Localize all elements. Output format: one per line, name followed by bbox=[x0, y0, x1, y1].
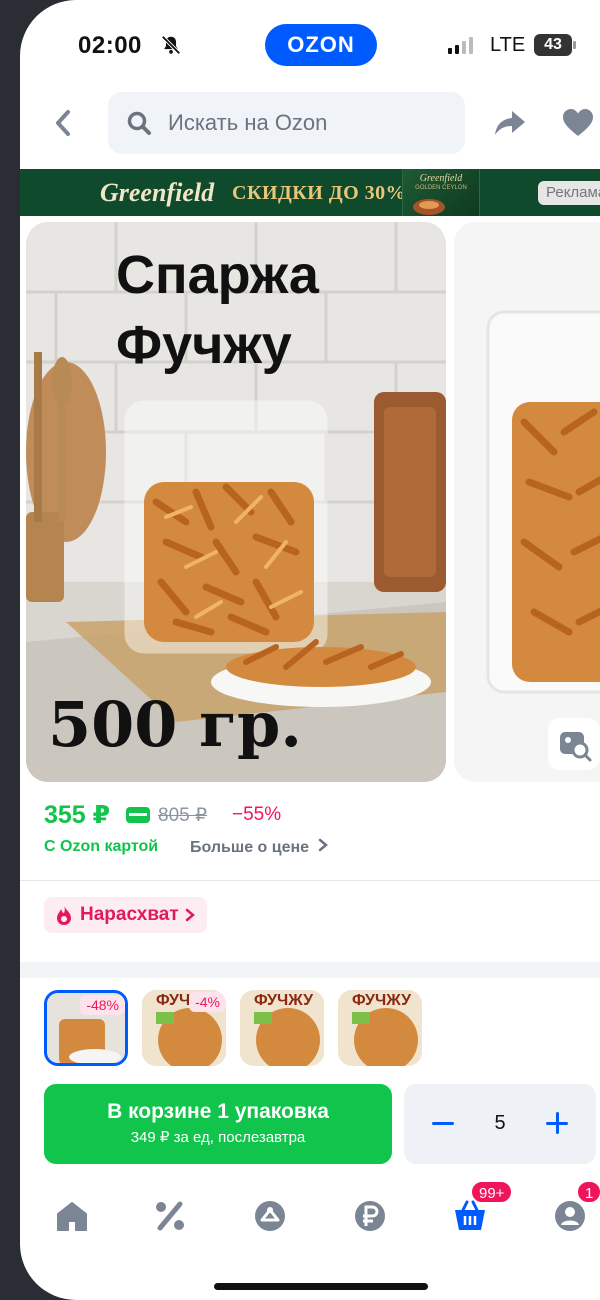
variant-option[interactable]: ФУЧЖУ bbox=[338, 990, 422, 1066]
more-about-price-link[interactable]: Больше о цене bbox=[190, 838, 328, 857]
home-icon[interactable] bbox=[54, 1198, 90, 1234]
slide-weight: 500 гр. bbox=[48, 688, 302, 761]
increase-button[interactable] bbox=[546, 1112, 568, 1134]
slide-title-line2: Фучжу bbox=[116, 315, 292, 375]
search-placeholder: Искать на Ozon bbox=[168, 110, 328, 135]
section-separator bbox=[20, 962, 600, 978]
ozon-card-note: С Ozon картой bbox=[44, 838, 159, 855]
variant-discount: -48% bbox=[80, 995, 125, 1015]
hot-badge-label: Нарасхват bbox=[80, 904, 179, 925]
product-photo-2 bbox=[454, 222, 600, 782]
ozon-card-icon bbox=[126, 807, 150, 823]
product-image-main[interactable]: Спаржа Фучжу 500 гр. bbox=[26, 222, 446, 782]
slide-title: Спаржа Фучжу bbox=[116, 240, 319, 380]
battery-icon: 43 bbox=[534, 34, 576, 56]
fire-icon bbox=[57, 905, 71, 925]
variant-label: ФУЧЖУ bbox=[352, 992, 412, 1009]
hot-badge[interactable]: Нарасхват bbox=[44, 897, 207, 933]
search-input[interactable]: Искать на Ozon bbox=[108, 92, 465, 154]
product-gallery[interactable]: Спаржа Фучжу 500 гр. bbox=[26, 222, 600, 782]
search-icon bbox=[127, 111, 151, 135]
price-discount: −55% bbox=[232, 804, 282, 825]
more-about-price-label: Больше о цене bbox=[190, 839, 310, 856]
discount-icon[interactable] bbox=[152, 1198, 188, 1234]
share-icon[interactable] bbox=[494, 108, 526, 138]
chevron-right-icon bbox=[185, 908, 195, 922]
product-image-next[interactable] bbox=[454, 222, 600, 782]
ad-banner[interactable]: Greenfield СКИДКИ ДО 30% Greenfield GOLD… bbox=[20, 169, 600, 216]
banner-sale-text: СКИДКИ ДО 30% bbox=[232, 182, 407, 204]
heart-icon[interactable] bbox=[562, 108, 594, 138]
variant-option[interactable]: ФУЧ -4% bbox=[142, 990, 226, 1066]
fresh-icon[interactable] bbox=[252, 1198, 288, 1234]
tea-box-image: Greenfield GOLDEN CEYLON bbox=[402, 169, 480, 216]
chevron-right-icon bbox=[318, 838, 328, 852]
banner-brand: Greenfield bbox=[100, 178, 215, 207]
phone-screen: 02:00 OZON LTE 43 Искать на Ozon Greenfi… bbox=[20, 0, 600, 1300]
back-button[interactable] bbox=[48, 106, 78, 140]
image-search-icon bbox=[560, 732, 592, 762]
profile-badge: 1 bbox=[576, 1180, 600, 1204]
clock: 02:00 bbox=[78, 32, 142, 59]
cart-title: В корзине 1 упаковка bbox=[107, 1100, 329, 1123]
variant-discount: -4% bbox=[189, 992, 226, 1012]
cart-count-badge: 99+ bbox=[470, 1180, 514, 1204]
bottom-tab-bar: 99+ 1 bbox=[20, 1180, 600, 1250]
ozon-logo-pill[interactable]: OZON bbox=[265, 24, 377, 66]
bell-muted-icon bbox=[161, 35, 181, 55]
quantity-stepper: 5 bbox=[404, 1084, 596, 1164]
signal-icon bbox=[448, 36, 473, 54]
ad-label[interactable]: Реклама bbox=[538, 181, 600, 205]
divider bbox=[20, 880, 600, 881]
network-type: LTE bbox=[490, 34, 526, 56]
status-bar: 02:00 OZON LTE 43 bbox=[20, 24, 600, 68]
variant-option[interactable]: ФУЧЖУ bbox=[240, 990, 324, 1066]
cart-subtitle: 349 ₽ за ед, послезавтра bbox=[130, 1129, 306, 1146]
in-cart-button[interactable]: В корзине 1 упаковка 349 ₽ за ед, послез… bbox=[44, 1084, 392, 1164]
variant-label: ФУЧЖУ bbox=[254, 992, 314, 1009]
variant-label: ФУЧ bbox=[156, 992, 191, 1009]
top-bar: Искать на Ozon bbox=[20, 92, 600, 154]
chevron-left-icon bbox=[56, 110, 70, 136]
profile-icon[interactable] bbox=[552, 1198, 588, 1234]
home-indicator bbox=[214, 1283, 428, 1290]
price-old: 805 ₽ bbox=[158, 805, 208, 826]
price-current: 355 ₽ bbox=[44, 801, 111, 829]
slide-title-line1: Спаржа bbox=[116, 245, 319, 305]
image-search-button[interactable] bbox=[548, 718, 600, 770]
variant-option-selected[interactable]: -48% bbox=[44, 990, 128, 1066]
finance-icon[interactable] bbox=[352, 1198, 388, 1234]
tea-cup-image bbox=[413, 199, 445, 215]
